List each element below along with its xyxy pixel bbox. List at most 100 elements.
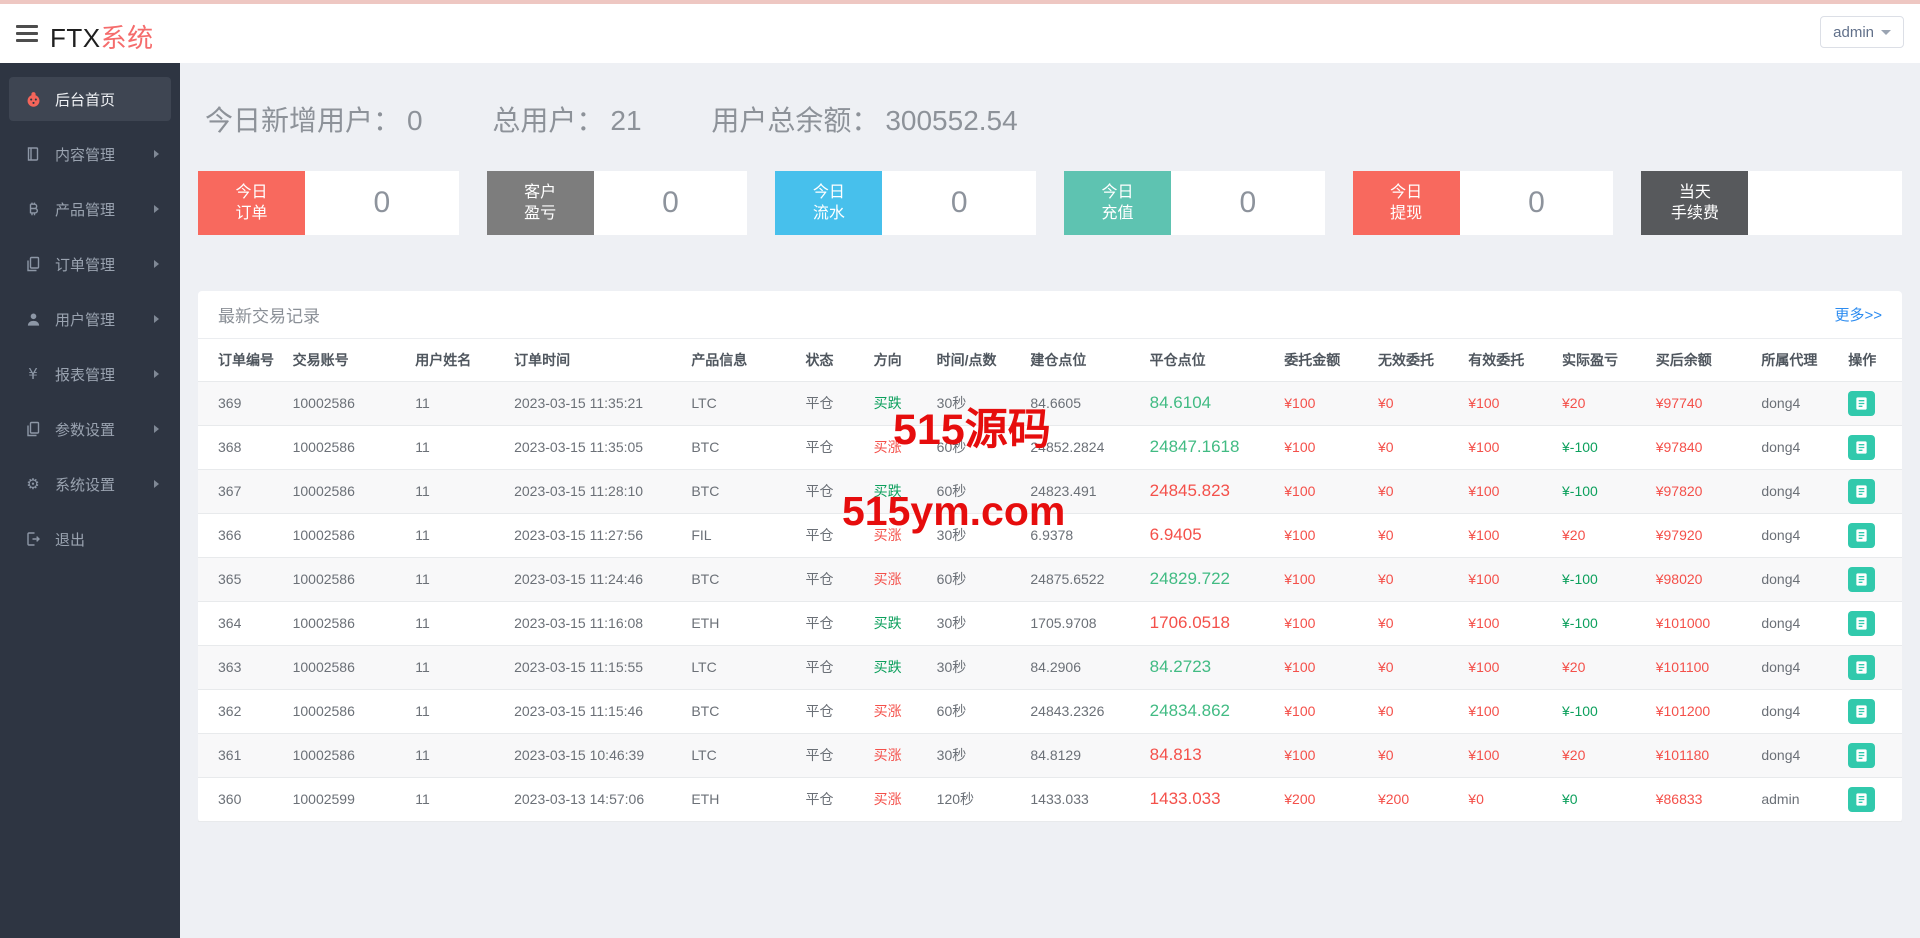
table-row: 361 10002586 11 2023-03-15 10:46:39 LTC 平仓 买涨 3… [198,733,1902,778]
table-cell: 10002586 [286,601,410,646]
table-cell: 24823.491 [1024,469,1144,514]
chevron-right-icon [154,425,159,433]
view-order-button[interactable] [1848,566,1876,592]
sidebar-item-label: 产品管理 [55,201,116,219]
card-title: 最新交易记录 [218,307,320,326]
sidebar-item-orders[interactable]: 订单管理 [9,242,171,286]
view-order-button[interactable] [1848,610,1876,636]
order-detail-icon [1856,572,1867,586]
column-header: 有效委托 [1462,339,1556,382]
sidebar-item-products[interactable]: 产品管理 [9,187,171,231]
sidebar-item-logout[interactable]: 退出 [9,517,171,561]
table-cell: dong4 [1755,733,1843,778]
table-cell: 30秒 [930,381,1025,426]
bitcoin-icon [23,200,43,218]
view-order-button[interactable] [1848,478,1876,504]
view-order-button[interactable] [1848,698,1876,724]
table-cell: 367 [198,469,287,514]
stat-box-label: 今日 订单 [198,171,305,235]
copy-icon [23,255,43,273]
table-cell: 84.2906 [1024,645,1144,690]
app-logo: FTX系统 [50,18,154,55]
table-cell: 24843.2326 [1024,689,1144,734]
table-cell-actions [1842,601,1902,646]
table-cell: 买涨 [867,733,931,778]
sidebar-item-dashboard[interactable]: 后台首页 [9,77,171,121]
table-cell: ¥0 [1371,557,1463,602]
table-cell: 30秒 [930,513,1025,558]
table-cell: ¥0 [1371,425,1463,470]
table-cell: 10002586 [286,733,410,778]
sidebar-item-label: 后台首页 [55,91,116,109]
chevron-right-icon [154,370,159,378]
table-row: 365 10002586 11 2023-03-15 11:24:46 BTC 平仓 买涨 6… [198,557,1902,602]
column-header: 建仓点位 [1024,339,1144,382]
table-cell: 10002586 [286,425,410,470]
table-cell: ¥98020 [1649,557,1756,602]
sidebar-item-params[interactable]: 参数设置 [9,407,171,451]
table-cell: 366 [198,513,287,558]
view-order-button[interactable] [1848,390,1876,416]
sidebar-menu: 后台首页内容管理产品管理订单管理用户管理 ¥ 报表管理参数设置 ⚙ 系统设置退出 [0,77,180,561]
yen-icon: ¥ [28,364,38,383]
latest-trades-card: 最新交易记录 更多>> 订单编号 交易账号 用户姓名 订单时间 产品信息 状态 方向 时间/点… [198,291,1902,822]
column-header: 订单编号 [198,339,287,382]
table-cell: ¥20 [1556,733,1650,778]
table-cell: 84.6104 [1143,381,1279,426]
table-cell: 84.2723 [1143,645,1279,690]
table-cell: ¥0 [1371,645,1463,690]
table-cell: 买涨 [867,425,931,470]
view-order-button[interactable] [1848,522,1876,548]
table-cell: ETH [685,777,800,822]
table-cell: dong4 [1755,557,1843,602]
user-menu-button[interactable]: admin [1820,16,1904,48]
stat-box-value: 0 [1528,186,1545,219]
sidebar-item-system[interactable]: ⚙ 系统设置 [9,462,171,506]
table-cell: 11 [409,381,509,426]
view-order-button[interactable] [1848,742,1876,768]
sidebar-item-label: 用户管理 [55,311,116,329]
view-order-button[interactable] [1848,786,1876,812]
user-icon [23,310,43,328]
table-cell: 平仓 [799,513,868,558]
table-cell: ¥97820 [1649,469,1756,514]
table-cell: 2023-03-15 10:46:39 [508,733,686,778]
table-cell: ¥100 [1278,513,1372,558]
chevron-right-icon [154,480,159,488]
table-cell: dong4 [1755,689,1843,734]
table-cell: BTC [685,469,800,514]
column-header: 时间/点数 [930,339,1025,382]
table-cell: ¥20 [1556,513,1650,558]
table-cell-actions [1842,425,1902,470]
table-cell: 2023-03-13 14:57:06 [508,777,686,822]
table-cell: 买涨 [867,557,931,602]
table-cell: 2023-03-15 11:24:46 [508,557,686,602]
table-cell: FIL [685,513,800,558]
column-header: 操作 [1842,339,1902,382]
chevron-down-icon [1881,29,1891,35]
sidebar-item-label: 订单管理 [55,256,116,274]
table-cell: ¥100 [1462,601,1556,646]
table-cell: LTC [685,381,800,426]
stat-box-value [1748,171,1902,235]
sidebar: 后台首页内容管理产品管理订单管理用户管理 ¥ 报表管理参数设置 ⚙ 系统设置退出 [0,63,180,938]
table-cell: 买跌 [867,601,931,646]
sidebar-item-content[interactable]: 内容管理 [9,132,171,176]
more-link[interactable]: 更多>> [1834,304,1882,325]
sidebar-item-reports[interactable]: ¥ 报表管理 [9,352,171,396]
dashboard-icon [23,90,43,108]
table-cell: 2023-03-15 11:15:46 [508,689,686,734]
table-cell: dong4 [1755,381,1843,426]
table-cell: ¥101100 [1649,645,1756,690]
column-header: 委托金额 [1278,339,1372,382]
table-cell: 2023-03-15 11:27:56 [508,513,686,558]
sidebar-item-users[interactable]: 用户管理 [9,297,171,341]
table-cell: dong4 [1755,601,1843,646]
hamburger-menu-icon[interactable] [16,25,38,42]
table-cell: 60秒 [930,425,1025,470]
view-order-button[interactable] [1848,434,1876,460]
column-header: 状态 [799,339,868,382]
view-order-button[interactable] [1848,654,1876,680]
app-header: FTX系统 admin [0,4,1920,63]
column-header: 平仓点位 [1143,339,1279,382]
